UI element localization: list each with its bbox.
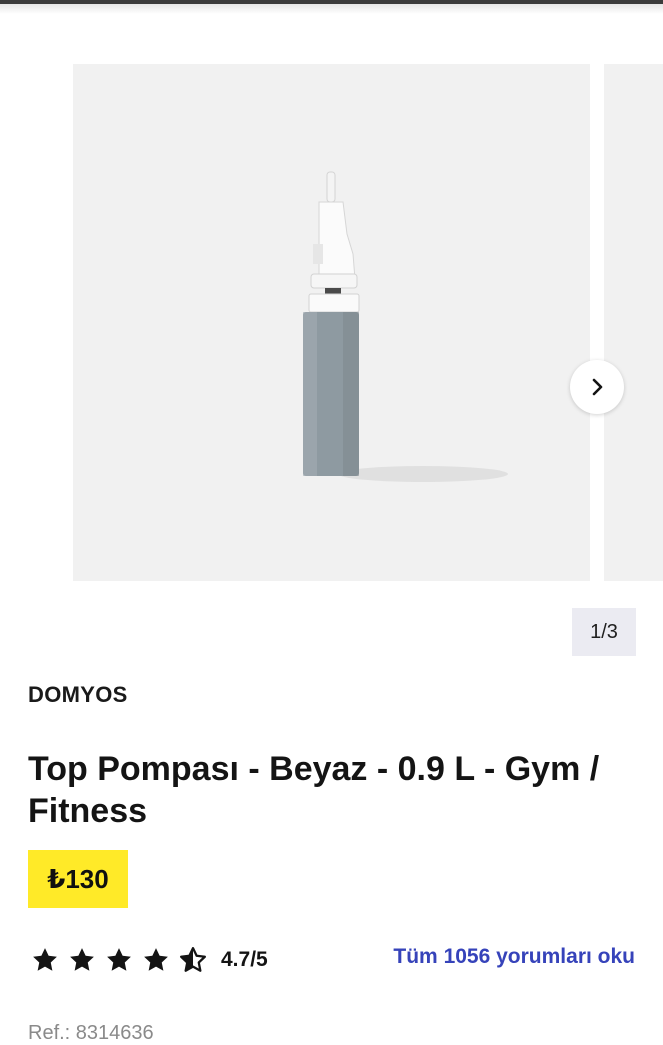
carousel-next-button[interactable] <box>570 360 624 414</box>
star-half-icon <box>180 947 206 972</box>
brand-name[interactable]: DOMYOS <box>28 682 128 708</box>
chevron-right-icon <box>592 378 603 396</box>
rating-summary[interactable]: 4.7/5 <box>30 943 268 977</box>
product-image-carousel[interactable] <box>0 64 663 582</box>
next-image-slide-peek[interactable] <box>604 64 663 581</box>
star-full-icon <box>144 948 168 971</box>
star-full-icon <box>33 948 57 971</box>
header-shadow <box>0 4 663 14</box>
image-counter: 1/3 <box>572 608 636 656</box>
product-title: Top Pompası - Beyaz - 0.9 L - Gym / Fitn… <box>28 750 600 830</box>
read-all-reviews-link[interactable]: Tüm 1056 yorumları oku <box>393 945 635 969</box>
star-full-icon <box>70 948 94 971</box>
product-image <box>303 171 508 482</box>
star-full-icon <box>107 948 131 971</box>
price-badge: ₺130 <box>28 850 128 908</box>
product-image-slide[interactable] <box>73 64 590 581</box>
rating-score: 4.7/5 <box>221 948 268 971</box>
